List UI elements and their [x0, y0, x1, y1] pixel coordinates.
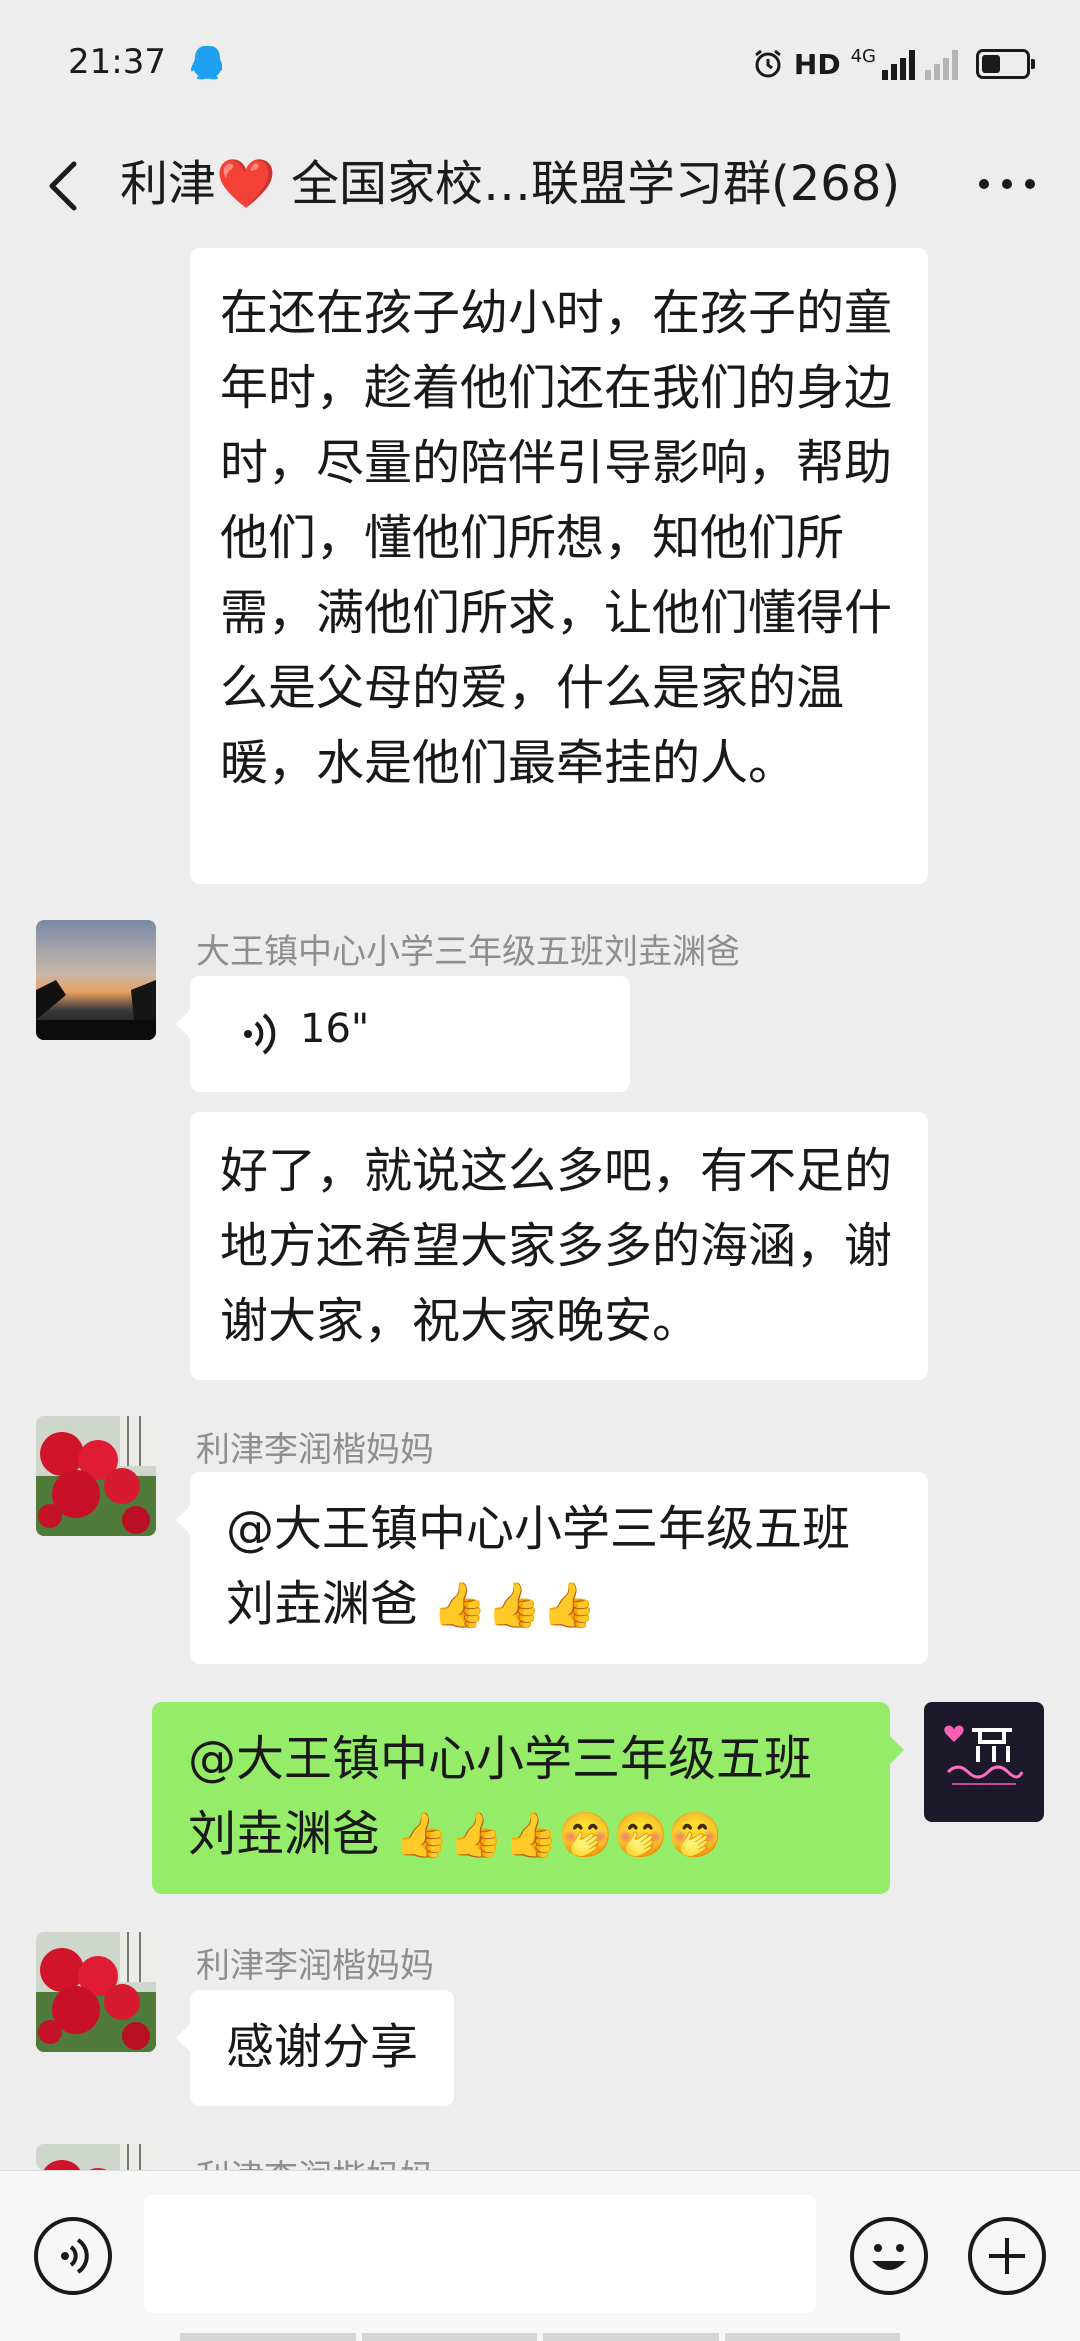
thumbs-up-emoji: 👍👍👍	[418, 1580, 597, 1631]
avatar-neon-image	[924, 1702, 1044, 1822]
outgoing-message-bubble[interactable]: @大王镇中心小学三年级五班刘垚渊爸 👍👍👍🤭🤭🤭	[152, 1702, 904, 1894]
more-functions-button[interactable]	[968, 2217, 1046, 2295]
status-icons: HD 4G	[752, 44, 1035, 84]
avatar-sunset-image	[36, 920, 156, 1040]
chat-title-rest: 全国家校…联盟学习群(268)	[275, 156, 901, 212]
qq-icon	[191, 46, 222, 80]
status-bar: 21:37 HD 4G	[0, 0, 1080, 130]
message-bubble[interactable]: @大王镇中心小学三年级五班刘垚渊爸 👍👍👍	[176, 1472, 928, 1664]
network-hd-label: HD	[793, 47, 841, 81]
input-bar	[0, 2170, 1080, 2341]
chat-title: 利津❤️ 全国家校…联盟学习群(268)	[120, 144, 900, 214]
message-text: 感谢分享	[226, 2019, 419, 2075]
back-arrow-icon[interactable]	[40, 158, 90, 214]
sender-name: 利津李润楷妈妈	[196, 1430, 434, 1470]
avatar-roses-image	[36, 1416, 156, 1536]
avatar[interactable]	[36, 920, 156, 1040]
battery-icon	[976, 49, 1035, 79]
avatar[interactable]	[36, 2144, 156, 2170]
voice-input-button[interactable]	[34, 2217, 112, 2295]
message-input[interactable]	[144, 2195, 816, 2313]
voice-wave-icon	[244, 1013, 276, 1055]
emoji-icon	[872, 2244, 906, 2270]
message-bubble[interactable]: 感谢分享	[176, 1990, 455, 2106]
message-text: 在还在孩子幼小时，在孩子的童年时，趁着他们还在我们的身边时，尽量的陪伴引导影响，…	[220, 285, 893, 791]
status-time: 21:37	[68, 42, 166, 82]
plus-icon	[989, 2238, 1025, 2274]
message-bubble[interactable]: 在还在孩子幼小时，在孩子的童年时，趁着他们还在我们的身边时，尽量的陪伴引导影响，…	[190, 248, 928, 884]
sender-name: 利津李润楷妈妈	[196, 1946, 434, 1986]
my-avatar[interactable]	[924, 1702, 1044, 1822]
reaction-emojis: 👍👍👍🤭🤭🤭	[380, 1810, 723, 1861]
chat-title-prefix: 利津	[120, 156, 217, 212]
network-type-label: 4G	[850, 45, 876, 67]
emoji-button[interactable]	[850, 2217, 928, 2295]
signal-icon	[882, 48, 915, 80]
avatar[interactable]	[36, 1416, 156, 1536]
voice-icon	[61, 2238, 89, 2274]
avatar-roses-image	[36, 2144, 156, 2170]
message-bubble[interactable]: 好了，就说这么多吧，有不足的地方还希望大家多多的海涵，谢谢大家，祝大家晚安。	[190, 1112, 928, 1380]
avatar-roses-image	[36, 1932, 156, 2052]
heart-emoji: ❤️	[216, 156, 276, 212]
message-text: 好了，就说这么多吧，有不足的地方还希望大家多多的海涵，谢谢大家，祝大家晚安。	[220, 1143, 893, 1349]
more-options-icon[interactable]	[972, 164, 1042, 204]
voice-message-bubble[interactable]: 16"	[176, 976, 630, 1092]
avatar[interactable]	[36, 1932, 156, 2052]
signal-icon-secondary	[925, 48, 958, 80]
alarm-icon	[754, 49, 781, 78]
sender-name: 大王镇中心小学三年级五班刘垚渊爸	[196, 932, 740, 972]
chat-header: 利津❤️ 全国家校…联盟学习群(268)	[0, 130, 1080, 238]
sender-name: 利津李润楷妈妈	[196, 2150, 434, 2170]
voice-duration: 16"	[300, 1006, 370, 1052]
